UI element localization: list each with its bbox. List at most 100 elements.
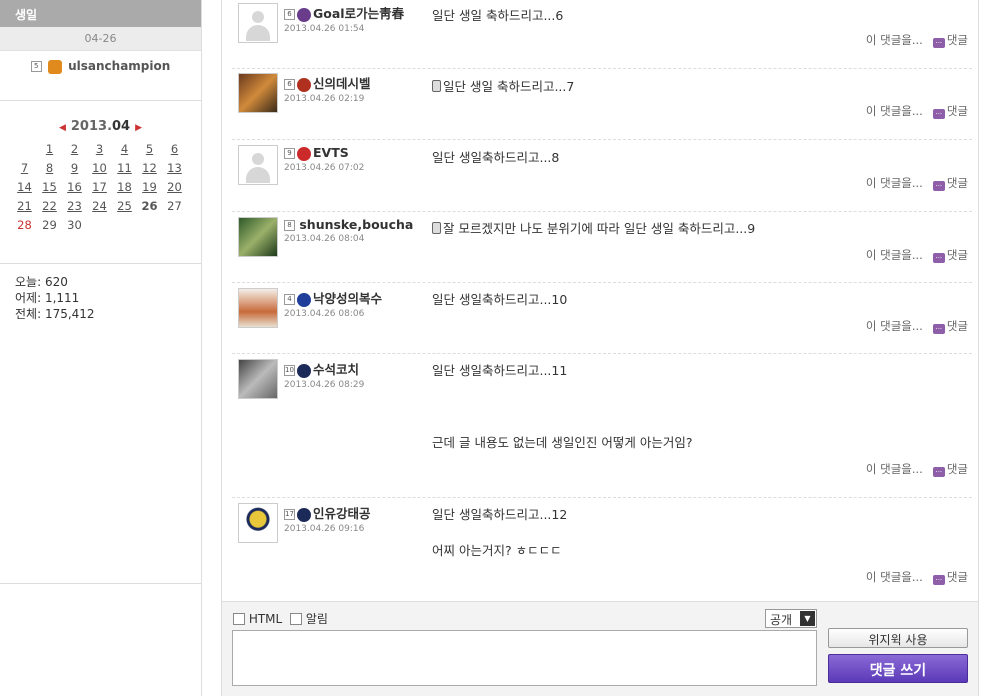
reply-to-comment-link[interactable]: 이 댓글을...: [866, 319, 923, 333]
author-name[interactable]: Goal로가는靑春: [313, 6, 404, 21]
author-line: 6 Goal로가는靑春: [284, 3, 404, 22]
comment-body: 잘 모르겠지만 나도 분위기에 따라 일단 생일 축하드리고...9: [443, 221, 756, 236]
calendar-month: 04: [112, 119, 131, 134]
comment-item: 8 shunske,boucha 2013.04.26 08:04 잘 모르겠지만 …: [232, 212, 972, 283]
reply-to-comment-link[interactable]: 이 댓글을...: [866, 462, 923, 476]
calendar-day[interactable]: 9: [62, 161, 87, 180]
team-emblem-icon: [47, 59, 62, 74]
counter-yesterday: 어제: 1,111: [15, 291, 80, 305]
calendar-day[interactable]: 10: [87, 161, 112, 180]
reply-link[interactable]: 댓글: [947, 104, 968, 118]
reply-link[interactable]: 댓글: [947, 176, 968, 190]
reply-to-comment-link[interactable]: 이 댓글을...: [866, 176, 923, 190]
avatar[interactable]: [238, 3, 278, 43]
reply-to-comment-link[interactable]: 이 댓글을...: [866, 248, 923, 262]
calendar-day[interactable]: 15: [37, 180, 62, 199]
comment-body: 일단 생일축하드리고...8: [432, 150, 560, 165]
comment-text: 일단 생일축하드리고...8: [432, 147, 559, 166]
notify-checkbox[interactable]: [290, 613, 303, 625]
author-name[interactable]: EVTS: [313, 145, 349, 160]
calendar-day: [12, 142, 37, 161]
reply-to-comment-link[interactable]: 이 댓글을...: [866, 33, 923, 47]
calendar-day[interactable]: 13: [162, 161, 187, 180]
calendar-day[interactable]: 18: [112, 180, 137, 199]
birthday-date: 04-26: [0, 27, 201, 51]
calendar-day[interactable]: 14: [12, 180, 37, 199]
birthday-user-name[interactable]: ulsanchampion: [68, 59, 170, 73]
calendar-day[interactable]: 16: [62, 180, 87, 199]
avatar[interactable]: [238, 359, 278, 399]
calendar-day: 27: [167, 199, 182, 213]
calendar-day[interactable]: 23: [62, 199, 87, 218]
comment-textarea[interactable]: [232, 630, 817, 686]
calendar-day[interactable]: 2: [62, 142, 87, 161]
calendar-day[interactable]: 11: [112, 161, 137, 180]
comment-date: 2013.04.26 08:04: [284, 234, 365, 244]
calendar-day[interactable]: 20: [162, 180, 187, 199]
calendar-day[interactable]: 6: [162, 142, 187, 161]
author-name[interactable]: 신의데시벨: [313, 76, 371, 91]
reply-link[interactable]: 댓글: [947, 248, 968, 262]
comment-date: 2013.04.26 08:06: [284, 309, 365, 319]
reply-link[interactable]: 댓글: [947, 462, 968, 476]
calendar-day[interactable]: 4: [112, 142, 137, 161]
calendar-day[interactable]: 3: [87, 142, 112, 161]
level-badge: 9: [284, 148, 295, 159]
author-line: 17 인유강태공: [284, 503, 371, 522]
calendar-day[interactable]: 8: [37, 161, 62, 180]
author-name[interactable]: 수석코치: [313, 362, 359, 377]
level-badge: 5: [30, 61, 42, 72]
calendar-day: 26: [141, 199, 158, 213]
calendar-day[interactable]: 21: [12, 199, 37, 218]
comment-list: 6 Goal로가는靑春 2013.04.26 01:54 일단 생일 축하드리고...…: [222, 0, 978, 605]
calendar-day[interactable]: 22: [37, 199, 62, 218]
mobile-icon: [432, 222, 441, 234]
calendar-day[interactable]: 17: [87, 180, 112, 199]
calendar-day[interactable]: 7: [12, 161, 37, 180]
visibility-select[interactable]: 공개 ▼: [765, 609, 817, 628]
submit-comment-button[interactable]: 댓글 쓰기: [828, 654, 968, 683]
comment-meta: 4 낙양성의복수 2013.04.26 08:06: [284, 288, 382, 319]
calendar-day[interactable]: 19: [137, 180, 162, 199]
comment-date: 2013.04.26 09:16: [284, 524, 365, 534]
calendar-week: 123456: [0, 142, 201, 161]
avatar[interactable]: [238, 503, 278, 543]
reply-to-comment-link[interactable]: 이 댓글을...: [866, 104, 923, 118]
avatar[interactable]: [238, 217, 278, 257]
avatar[interactable]: [238, 288, 278, 328]
wysiwyg-button[interactable]: 위지윅 사용: [828, 628, 968, 648]
calendar-day[interactable]: 12: [137, 161, 162, 180]
reply-link[interactable]: 댓글: [947, 570, 968, 584]
comment-actions: 이 댓글을... ··· 댓글: [866, 175, 968, 191]
author-name[interactable]: 낙양성의복수: [313, 291, 382, 306]
comment-actions: 이 댓글을... ··· 댓글: [866, 318, 968, 334]
comment-area: 6 Goal로가는靑春 2013.04.26 01:54 일단 생일 축하드리고...…: [221, 0, 979, 696]
reply-to-comment-link[interactable]: 이 댓글을...: [866, 570, 923, 584]
reply-link[interactable]: 댓글: [947, 33, 968, 47]
calendar-day[interactable]: 1: [37, 142, 62, 161]
reply-link[interactable]: 댓글: [947, 319, 968, 333]
author-name[interactable]: 인유강태공: [313, 506, 371, 521]
author-name[interactable]: shunske,boucha: [299, 217, 413, 232]
form-options: HTML 알림: [233, 610, 332, 627]
calendar-day[interactable]: 5: [137, 142, 162, 161]
author-line: 4 낙양성의복수: [284, 288, 382, 307]
visibility-value: 공개: [770, 613, 793, 627]
calendar-day: [112, 218, 137, 237]
birthday-user[interactable]: 5 ulsanchampion: [0, 51, 201, 101]
avatar[interactable]: [238, 145, 278, 185]
team-emblem-icon: [297, 146, 311, 161]
calendar-day[interactable]: 24: [87, 199, 112, 218]
comment-item: 6 신의데시벨 2013.04.26 02:19 일단 생일 축하드리고...7 이 댓…: [232, 69, 972, 140]
comment-bubble-icon: ···: [932, 324, 945, 334]
avatar[interactable]: [238, 73, 278, 113]
comment-item: 17 인유강태공 2013.04.26 09:16 일단 생일축하드리고...12 어찌…: [232, 498, 972, 605]
notify-label: 알림: [305, 612, 328, 626]
calendar-week: 21 22 23 24 25 26 27: [0, 199, 201, 218]
html-checkbox[interactable]: [233, 613, 245, 625]
team-emblem-icon: [297, 507, 311, 522]
next-month-icon[interactable]: ▶: [135, 123, 142, 133]
author-line: 9 EVTS: [284, 145, 364, 161]
prev-month-icon[interactable]: ◀: [59, 123, 66, 133]
calendar-day[interactable]: 25: [112, 199, 137, 218]
